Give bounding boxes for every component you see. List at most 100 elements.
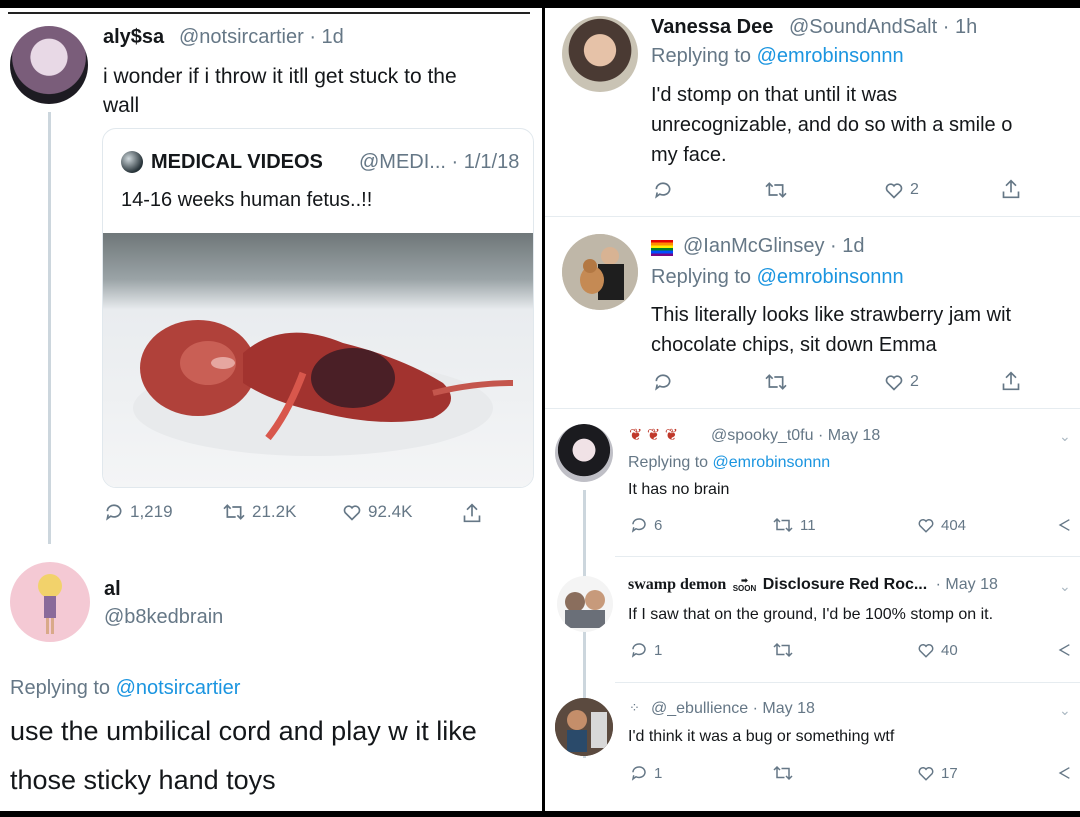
chevron-down-icon[interactable]: ⌄ [1059,702,1071,719]
like-icon [885,183,903,199]
reply-icon [631,518,646,533]
tweet-handle-time: @SoundAndSalt · 1h [789,16,978,38]
replying-to: Replying to @emrobinsonnn [651,266,904,289]
tweet-handle[interactable]: @b8kedbrain [104,606,223,629]
top-border [8,12,530,14]
tweet-handle-time[interactable]: @spooky_t0fu · May 18 [711,427,880,445]
like-action[interactable]: 2 [884,372,919,392]
quoted-tweet-text: 14-16 weeks human fetus..!! [121,189,373,211]
like-count: 404 [941,516,967,534]
reply-action[interactable]: 6 [630,516,662,534]
avatar-ebullience[interactable] [555,698,613,756]
tweet-text-line: unrecognizable, and do so with a smile o [651,114,1013,136]
right-screenshot: Vanessa Dee @SoundAndSalt · 1h Replying … [545,8,1080,811]
replying-to-link[interactable]: @emrobinsonnn [757,45,904,67]
left-screenshot: aly$sa @notsircartier · 1d i wonder if i… [0,8,542,811]
reply-action[interactable]: 1 [630,764,662,782]
tweet-handle-time[interactable]: @IanMcGlinsey · 1d [683,235,864,258]
retweet-icon [765,182,787,198]
avatar-alyssa[interactable] [10,26,88,104]
tweet-text-line: my face. [651,144,727,166]
avatar-vanessa[interactable] [562,16,638,92]
divider [615,682,1080,683]
reply-count: 6 [654,516,663,534]
thread-line [48,112,51,544]
replying-to: Replying to @notsircartier [10,677,240,700]
divider [545,408,1080,409]
avatar-spooky[interactable] [555,424,613,482]
retweet-action[interactable] [772,641,794,659]
share-icon [1002,179,1020,199]
retweet-icon [773,765,793,781]
replying-to-link[interactable]: @emrobinsonnn [713,454,831,471]
reply-count: 1,219 [130,502,173,521]
tweet-author-line[interactable]: swamp demon ➡ SOON Disclosure Red Roc... … [628,576,998,594]
tweet-text: If I saw that on the ground, I'd be 100%… [628,606,994,623]
reply-icon [655,374,671,391]
avatar-photo [565,590,605,628]
like-icon [885,375,903,391]
avatar-swamp-demon[interactable] [557,576,613,632]
retweet-action[interactable] [764,180,788,200]
like-action[interactable]: 40 [917,641,958,659]
tweet-time: · May 18 [935,576,998,593]
divider [545,216,1080,217]
reply-count: 1 [654,641,663,659]
retweet-action[interactable]: 21.2K [222,502,296,522]
reply-icon [631,766,646,781]
tweet-author-name: swamp demon [628,576,727,593]
share-action[interactable] [1056,764,1072,782]
quoted-tweet-card[interactable]: MEDICAL VIDEOS @MEDI... · 1/1/18 14-16 w… [102,128,534,488]
retweet-icon [773,642,793,658]
avatar-al[interactable] [10,562,90,642]
reply-action[interactable] [653,180,673,200]
avatar-ianmcglinsey[interactable] [562,234,638,310]
share-action[interactable] [1001,178,1021,200]
soon-label: SOON [732,583,757,593]
chevron-down-icon[interactable]: ⌄ [1059,578,1071,595]
divider [615,556,1080,557]
share-action[interactable] [1056,516,1072,534]
like-count: 92.4K [368,502,413,521]
quoted-handle-time: @MEDI... · 1/1/18 [359,151,520,173]
retweet-action[interactable]: 11 [772,516,816,534]
replying-to-link[interactable]: @notsircartier [116,677,241,699]
retweet-count: 11 [800,516,816,534]
chevron-down-icon[interactable]: ⌄ [1059,428,1071,445]
tweet-author-name[interactable]: Vanessa Dee [651,16,773,39]
reply-action[interactable]: 1 [630,641,662,659]
tweet-text-line: chocolate chips, sit down Emma [651,334,937,356]
like-icon [918,519,934,533]
quoted-media-image[interactable] [103,233,533,487]
share-icon [1058,519,1070,531]
avatar-figure [38,574,62,634]
replying-to-link[interactable]: @emrobinsonnn [757,266,904,288]
tweet-handle-time[interactable]: @_ebullience · May 18 [651,700,815,718]
share-icon [1058,644,1070,656]
reply-icon [655,182,671,199]
tweet-author-name[interactable]: al [104,578,121,601]
tweet-author-name[interactable]: aly$sa [103,26,164,49]
like-icon [918,767,934,781]
tweet-text-line: I'd stomp on that until it was [651,84,898,106]
like-action[interactable]: 2 [884,180,919,200]
share-action[interactable] [1056,641,1072,659]
tweet-text: I'd think it was a bug or something wtf [628,728,895,745]
tweet-text: It has no brain [628,481,730,498]
quoted-author-name: MEDICAL VIDEOS [151,151,323,173]
share-icon [1002,371,1020,391]
like-action[interactable]: 404 [917,516,966,534]
retweet-action[interactable] [764,372,788,392]
retweet-action[interactable] [772,764,794,782]
like-action[interactable]: 17 [917,764,958,782]
emoji-icon: ⁘ [629,700,640,715]
reply-action[interactable]: 1,219 [104,502,173,522]
share-action[interactable] [1001,370,1021,392]
like-count: 17 [941,764,958,782]
like-icon [343,505,361,521]
share-action[interactable] [462,502,482,524]
rainbow-flag-icon [651,240,673,256]
replying-prefix: Replying to [651,266,752,288]
like-action[interactable]: 92.4K [342,502,412,522]
reply-action[interactable] [653,372,673,392]
